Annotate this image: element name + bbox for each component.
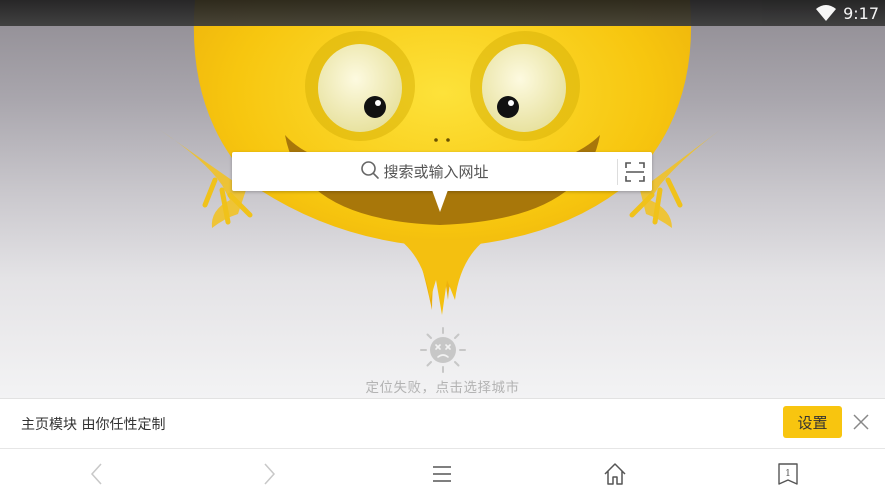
search-bar-tail (432, 190, 448, 212)
location-failed-message[interactable]: 定位失败，点击选择城市 (0, 376, 885, 396)
customize-banner: 主页模块 由你任性定制 设置 (0, 398, 885, 449)
search-placeholder: 搜索或输入网址 (383, 163, 489, 181)
chevron-left-icon (90, 463, 102, 485)
home-icon (604, 463, 626, 485)
tabs-count: 1 (785, 469, 791, 479)
status-time: 9:17 (843, 3, 879, 23)
status-bar: 9:17 (0, 0, 885, 26)
settings-button[interactable]: 设置 (783, 406, 842, 438)
scan-icon (625, 161, 645, 182)
scan-button[interactable] (618, 152, 652, 191)
tabs-button[interactable]: 1 (775, 461, 801, 487)
banner-text: 主页模块 由你任性定制 (21, 417, 166, 433)
bottom-toolbar: 1 (0, 449, 885, 498)
tabs-icon: 1 (778, 463, 798, 485)
search-input[interactable]: 搜索或输入网址 (232, 152, 617, 191)
close-icon[interactable] (851, 412, 871, 432)
menu-button[interactable] (429, 461, 455, 487)
homepage-background: 搜索或输入网址 定位失败，点击选择城市 (0, 0, 885, 398)
weather-widget[interactable]: 定位失败，点击选择城市 (0, 326, 885, 396)
home-button[interactable] (602, 461, 628, 487)
search-icon (360, 160, 383, 184)
search-bar[interactable]: 搜索或输入网址 (232, 152, 652, 191)
forward-button[interactable] (256, 461, 282, 487)
wifi-icon (816, 5, 837, 21)
chevron-right-icon (264, 463, 276, 485)
back-button[interactable] (84, 461, 110, 487)
sad-sun-icon (419, 327, 466, 373)
menu-icon (433, 466, 451, 482)
